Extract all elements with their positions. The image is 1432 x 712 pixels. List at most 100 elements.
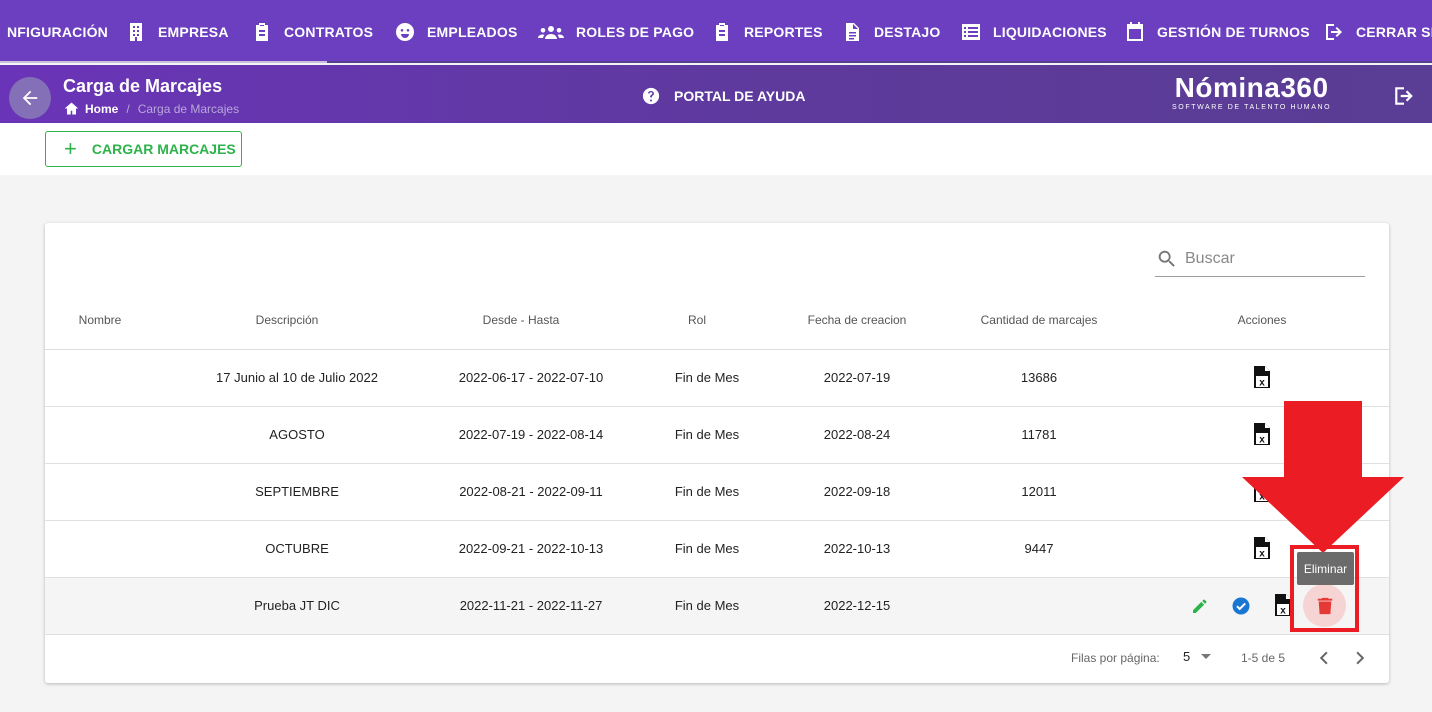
- cell-desde-hasta: 2022-09-21 - 2022-10-13: [458, 541, 604, 556]
- nav-item-label: EMPLEADOS: [427, 23, 518, 40]
- nav-item-destajo[interactable]: DESTAJO: [842, 0, 941, 63]
- document-icon: [846, 22, 859, 41]
- building-icon: [130, 22, 142, 41]
- nav-item-label: CONTRATOS: [284, 23, 374, 40]
- cell-fecha-creacion: 2022-07-19: [823, 370, 891, 385]
- help-icon: [642, 87, 660, 105]
- help-portal-link[interactable]: PORTAL DE AYUDA: [642, 87, 805, 105]
- column-header-nombre[interactable]: Nombre: [79, 313, 122, 327]
- logout-button[interactable]: [1393, 85, 1415, 107]
- cell-rol: Fin de Mes: [674, 598, 740, 613]
- nav-item-configuracion[interactable]: NFIGURACIÓN: [7, 0, 108, 63]
- marcajes-table-card: Nombre Descripción Desde - Hasta Rol Fec…: [45, 223, 1389, 683]
- chevron-left-icon: [1319, 651, 1328, 665]
- breadcrumb-separator: /: [126, 101, 130, 116]
- load-marcajes-label: CARGAR MARCAJES: [91, 141, 236, 157]
- cell-cantidad: 11781: [1021, 427, 1057, 442]
- nav-item-label: REPORTES: [744, 23, 823, 40]
- nav-item-label: GESTIÓN DE TURNOS: [1157, 23, 1310, 40]
- cell-descripcion: 17 Junio al 10 de Julio 2022: [216, 370, 378, 385]
- edit-button[interactable]: [1189, 595, 1211, 617]
- nav-item-empresa[interactable]: EMPRESA: [126, 0, 229, 63]
- logo-tagline: SOFTWARE DE TALENTO HUMANO: [1172, 104, 1332, 111]
- load-marcajes-button[interactable]: + CARGAR MARCAJES: [45, 131, 242, 167]
- action-bar: + CARGAR MARCAJES: [0, 123, 1432, 175]
- column-header-cantidad[interactable]: Cantidad de marcajes: [981, 313, 1098, 327]
- search-field[interactable]: [1155, 241, 1365, 277]
- top-nav: NFIGURACIÓN EMPRESA CONTRATOS EMPLEADOS …: [0, 0, 1432, 63]
- cell-rol: Fin de Mes: [674, 541, 740, 556]
- pagination-range: 1-5 de 5: [1241, 651, 1286, 665]
- face-icon: [396, 22, 414, 41]
- cell-desde-hasta: 2022-07-19 - 2022-08-14: [458, 427, 604, 442]
- clipboard-icon: [716, 22, 728, 41]
- breadcrumb-current: Carga de Marcajes: [137, 101, 240, 116]
- cell-descripcion: Prueba JT DIC: [254, 598, 340, 613]
- annotation-highlight-box: [1290, 545, 1359, 632]
- cell-rol: Fin de Mes: [674, 484, 740, 499]
- logo-text: Nómina360: [1174, 72, 1329, 103]
- plus-icon: +: [64, 136, 77, 161]
- list-icon: [962, 23, 980, 40]
- table-row[interactable]: AGOSTO 2022-07-19 - 2022-08-14 Fin de Me…: [45, 407, 1389, 464]
- nav-item-contratos[interactable]: CONTRATOS: [252, 0, 373, 63]
- calendar-icon: [1127, 21, 1143, 41]
- rows-per-page-value: 5: [1183, 649, 1191, 664]
- page-title: Carga de Marcajes: [63, 76, 223, 96]
- table-row[interactable]: Prueba JT DIC 2022-11-21 - 2022-11-27 Fi…: [45, 578, 1389, 635]
- cell-cantidad: 9447: [1024, 541, 1054, 556]
- help-portal-label: PORTAL DE AYUDA: [674, 88, 806, 104]
- logo: Nómina360 SOFTWARE DE TALENTO HUMANO: [1172, 72, 1332, 112]
- search-icon: [1158, 250, 1175, 267]
- nav-item-label: NFIGURACIÓN: [7, 23, 108, 40]
- cell-desde-hasta: 2022-06-17 - 2022-07-10: [458, 370, 604, 385]
- nav-item-label: LIQUIDACIONES: [993, 23, 1107, 40]
- caret-down-icon: [1201, 654, 1212, 659]
- previous-page-button[interactable]: [1315, 648, 1335, 668]
- nav-item-label: ROLES DE PAGO: [576, 23, 695, 40]
- column-header-rol[interactable]: Rol: [688, 313, 706, 327]
- breadcrumb-home[interactable]: Home: [85, 102, 118, 116]
- nav-item-cerrar-sesion[interactable]: CERRAR SE: [1324, 0, 1432, 63]
- nav-item-liquidaciones[interactable]: LIQUIDACIONES: [961, 0, 1107, 63]
- cell-fecha-creacion: 2022-09-18: [823, 484, 891, 499]
- table-row[interactable]: OCTUBRE 2022-09-21 - 2022-10-13 Fin de M…: [45, 521, 1389, 578]
- clipboard-icon: [256, 22, 268, 41]
- cell-fecha-creacion: 2022-12-15: [823, 598, 891, 613]
- column-header-fecha-creacion[interactable]: Fecha de creacion: [808, 313, 907, 327]
- nav-item-roles-de-pago[interactable]: ROLES DE PAGO: [538, 0, 694, 63]
- search-input[interactable]: [1185, 249, 1355, 268]
- rows-per-page-select[interactable]: 5: [1183, 649, 1212, 664]
- nav-scroll-thumb[interactable]: [0, 61, 327, 63]
- nav-item-reportes[interactable]: REPORTES: [712, 0, 823, 63]
- pencil-icon: [1193, 599, 1207, 613]
- table-row[interactable]: SEPTIEMBRE 2022-08-21 - 2022-09-11 Fin d…: [45, 464, 1389, 521]
- home-icon: [64, 102, 79, 115]
- table-row[interactable]: 17 Junio al 10 de Julio 2022 2022-06-17 …: [45, 350, 1389, 407]
- svg-text:x: x: [1280, 606, 1286, 617]
- cell-fecha-creacion: 2022-08-24: [823, 427, 891, 442]
- cell-fecha-creacion: 2022-10-13: [823, 541, 891, 556]
- cell-cantidad: 13686: [1020, 370, 1058, 385]
- excel-download-icon[interactable]: x: [1253, 365, 1271, 389]
- cell-descripcion: OCTUBRE: [265, 541, 329, 556]
- chevron-right-icon: [1356, 651, 1365, 665]
- column-header-desde-hasta[interactable]: Desde - Hasta: [483, 313, 560, 327]
- cell-rol: Fin de Mes: [674, 370, 740, 385]
- nav-item-label: EMPRESA: [158, 23, 229, 40]
- cell-descripcion: SEPTIEMBRE: [255, 484, 339, 499]
- cell-cantidad: 12011: [1021, 484, 1057, 499]
- svg-text:x: x: [1259, 378, 1265, 389]
- column-header-descripcion[interactable]: Descripción: [256, 313, 319, 327]
- approve-button[interactable]: [1230, 595, 1252, 617]
- logout-icon: [1326, 23, 1342, 40]
- nav-item-gestion-de-turnos[interactable]: GESTIÓN DE TURNOS: [1125, 0, 1310, 63]
- check-circle-icon: [1232, 597, 1250, 615]
- people-icon: [538, 25, 564, 39]
- page-header: Carga de Marcajes Home / Carga de Marcaj…: [0, 65, 1432, 123]
- arrow-left-icon: [22, 90, 38, 106]
- next-page-button[interactable]: [1349, 648, 1369, 668]
- breadcrumb: Home / Carga de Marcajes: [64, 101, 239, 116]
- back-button[interactable]: [9, 77, 51, 119]
- nav-item-empleados[interactable]: EMPLEADOS: [395, 0, 517, 63]
